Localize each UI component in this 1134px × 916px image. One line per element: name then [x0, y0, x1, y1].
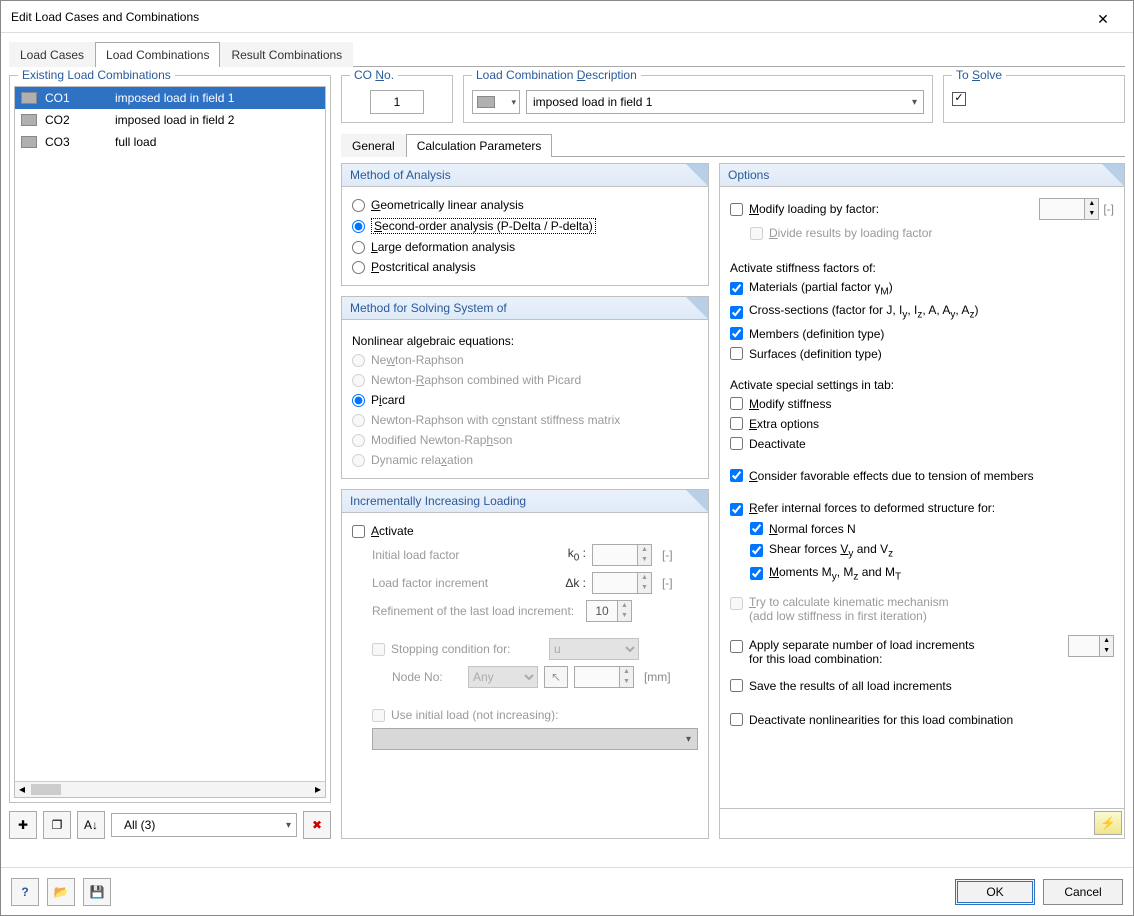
radio-postcritical[interactable]: Postcritical analysis: [352, 257, 698, 277]
node-value-spinner: ▲▼: [574, 666, 634, 688]
node-select: Any: [468, 666, 538, 688]
loading-factor-spinner: ▲▼: [1039, 198, 1099, 220]
tab-calculation-parameters[interactable]: Calculation Parameters: [406, 134, 553, 157]
separate-increments-checkbox[interactable]: Apply separate number of load increments…: [730, 635, 974, 669]
stopping-checkbox: [372, 643, 385, 656]
to-solve-checkbox[interactable]: ✓: [952, 92, 966, 106]
stopping-select: u: [549, 638, 639, 660]
window-title: Edit Load Cases and Combinations: [11, 1, 199, 33]
open-button[interactable]: 📂: [47, 878, 75, 906]
divide-checkbox: Divide results by loading factor: [750, 223, 1114, 243]
sub-tabs: General Calculation Parameters: [341, 133, 1125, 157]
refinement-spinner: ▲▼: [586, 600, 632, 622]
co-no-group: CO No.: [341, 75, 453, 123]
description-group: Load Combination Description imposed loa…: [463, 75, 933, 123]
calculate-button[interactable]: ⚡: [1094, 811, 1122, 835]
radio-newton-raphson: Newton-Raphson: [352, 350, 698, 370]
tab-result-combinations[interactable]: Result Combinations: [220, 42, 353, 67]
tab-load-combinations[interactable]: Load Combinations: [95, 42, 220, 67]
tab-general[interactable]: General: [341, 134, 406, 157]
increment-spinner: ▲▼: [592, 572, 652, 594]
deactivate-checkbox[interactable]: Deactivate: [730, 434, 1114, 454]
help-button[interactable]: ?: [11, 878, 39, 906]
co-no-input[interactable]: [370, 90, 424, 114]
initial-load-combo: [372, 728, 698, 750]
title-bar: Edit Load Cases and Combinations ✕: [1, 1, 1133, 33]
to-solve-group: To Solve ✓: [943, 75, 1125, 123]
existing-combinations-group: Existing Load Combinations CO1 imposed l…: [9, 75, 331, 803]
extra-options-checkbox[interactable]: Extra options: [730, 414, 1114, 434]
incremental-loading-section: Incrementally Increasing Loading Activat…: [341, 489, 709, 839]
modify-loading-checkbox[interactable]: Modify loading by factor:: [730, 199, 879, 219]
copy-icon: ❐: [52, 818, 63, 832]
delete-icon: ✖: [312, 818, 322, 832]
favorable-checkbox[interactable]: Consider favorable effects due to tensio…: [730, 466, 1114, 486]
list-item[interactable]: CO2 imposed load in field 2: [15, 109, 325, 131]
folder-icon: 📂: [54, 885, 69, 899]
radio-linear[interactable]: Geometrically linear analysis: [352, 195, 698, 215]
sort-icon: A↓: [84, 818, 98, 832]
left-toolbar: ✚ ❐ A↓ All (3) ✖: [9, 811, 331, 839]
help-icon: ?: [21, 885, 28, 899]
deactivate-nonlinearities-checkbox[interactable]: Deactivate nonlinearities for this load …: [730, 710, 1114, 730]
footer-bar: ? 📂 💾 OK Cancel: [1, 867, 1133, 915]
ok-button[interactable]: OK: [955, 879, 1035, 905]
description-combo[interactable]: imposed load in field 1: [526, 90, 924, 114]
new-icon: ✚: [18, 818, 28, 832]
save-results-checkbox[interactable]: Save the results of all load increments: [730, 676, 1114, 696]
shear-forces-checkbox[interactable]: Shear forces Vy and Vz: [750, 539, 1114, 562]
horizontal-scrollbar[interactable]: ◂ ▸: [15, 781, 325, 797]
method-of-analysis-section: Method of Analysis Geometrically linear …: [341, 163, 709, 286]
save-icon: 💾: [90, 885, 105, 899]
combinations-list[interactable]: CO1 imposed load in field 1 CO2 imposed …: [14, 86, 326, 798]
kinematic-checkbox: Try to calculate kinematic mechanism(add…: [730, 592, 1114, 626]
normal-forces-checkbox[interactable]: Normal forces N: [750, 519, 1114, 539]
radio-dynamic-relaxation: Dynamic relaxation: [352, 450, 698, 470]
list-item[interactable]: CO3 full load: [15, 131, 325, 153]
color-swatch-icon: [21, 114, 37, 126]
members-checkbox[interactable]: Members (definition type): [730, 324, 1114, 344]
radio-modified-nr: Modified Newton-Raphson: [352, 430, 698, 450]
copy-button[interactable]: ❐: [43, 811, 71, 839]
cancel-button[interactable]: Cancel: [1043, 879, 1123, 905]
use-initial-checkbox: [372, 709, 385, 722]
radio-picard[interactable]: Picard: [352, 390, 698, 410]
tab-load-cases[interactable]: Load Cases: [9, 42, 95, 67]
bolt-icon: ⚡: [1101, 816, 1116, 830]
save-button[interactable]: 💾: [83, 878, 111, 906]
close-button[interactable]: ✕: [1083, 3, 1123, 31]
existing-combinations-title: Existing Load Combinations: [18, 68, 175, 82]
moments-checkbox[interactable]: Moments My, Mz and MT: [750, 562, 1114, 585]
materials-checkbox[interactable]: Materials (partial factor γM): [730, 277, 1114, 300]
separate-increments-spinner: ▲▼: [1068, 635, 1114, 657]
modify-stiffness-checkbox[interactable]: Modify stiffness: [730, 394, 1114, 414]
cross-sections-checkbox[interactable]: Cross-sections (factor for J, Iy, Iz, A,…: [730, 300, 1114, 323]
list-item[interactable]: CO1 imposed load in field 1: [15, 87, 325, 109]
filter-combo[interactable]: All (3): [111, 813, 297, 837]
surfaces-checkbox[interactable]: Surfaces (definition type): [730, 344, 1114, 364]
main-tabs: Load Cases Load Combinations Result Comb…: [9, 41, 1125, 67]
color-swatch-icon: [477, 96, 495, 108]
options-section: Options Modify loading by factor: ▲▼[-] …: [719, 163, 1125, 809]
pick-node-button: ↖: [544, 666, 568, 688]
activate-checkbox[interactable]: Activate: [352, 521, 698, 541]
color-combo[interactable]: [472, 90, 520, 114]
sort-button[interactable]: A↓: [77, 811, 105, 839]
initial-factor-spinner: ▲▼: [592, 544, 652, 566]
new-button[interactable]: ✚: [9, 811, 37, 839]
color-swatch-icon: [21, 136, 37, 148]
pointer-icon: ↖: [551, 670, 561, 684]
radio-large-deformation[interactable]: Large deformation analysis: [352, 237, 698, 257]
radio-second-order[interactable]: Second-order analysis (P-Delta / P-delta…: [352, 215, 698, 237]
radio-nr-picard: Newton-Raphson combined with Picard: [352, 370, 698, 390]
refer-checkbox[interactable]: Refer internal forces to deformed struct…: [730, 498, 1114, 519]
solver-method-section: Method for Solving System of Nonlinear a…: [341, 296, 709, 479]
radio-nr-constant: Newton-Raphson with constant stiffness m…: [352, 410, 698, 430]
color-swatch-icon: [21, 92, 37, 104]
delete-button[interactable]: ✖: [303, 811, 331, 839]
